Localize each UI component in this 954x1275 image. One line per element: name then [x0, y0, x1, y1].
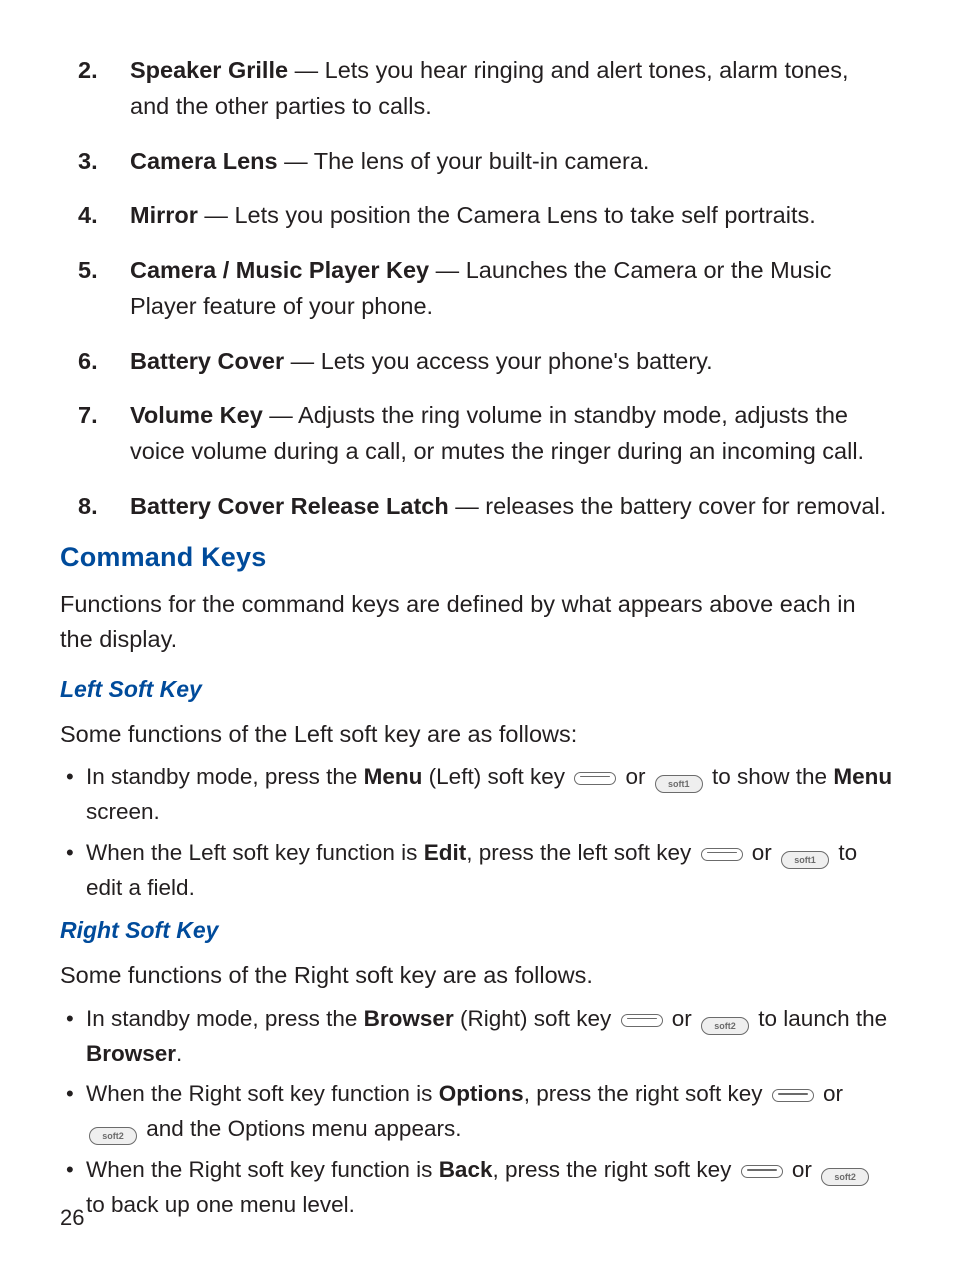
list-item: 3. Camera Lens — The lens of your built-… — [60, 143, 894, 179]
subsection-heading-right-soft-key: Right Soft Key — [60, 917, 894, 944]
text: . — [176, 1041, 182, 1066]
softkey-oval-icon: soft2 — [701, 1017, 749, 1035]
item-term: Camera Lens — [130, 148, 278, 174]
softkey-oval-icon: soft2 — [89, 1127, 137, 1145]
text: , press the left soft key — [466, 840, 697, 865]
softkey-oval-icon: soft2 — [821, 1168, 869, 1186]
item-sep: — — [198, 202, 235, 228]
text: In standby mode, press the — [86, 1006, 364, 1031]
item-sep: — — [429, 257, 466, 283]
item-sep: — — [278, 148, 314, 174]
item-term: Battery Cover — [130, 348, 284, 374]
item-term: Camera / Music Player Key — [130, 257, 429, 283]
item-number: 8. — [60, 488, 130, 524]
item-term: Battery Cover Release Latch — [130, 493, 449, 519]
item-body: Speaker Grille — Lets you hear ringing a… — [130, 52, 894, 125]
item-body: Camera Lens — The lens of your built-in … — [130, 143, 894, 179]
item-desc: releases the battery cover for removal. — [485, 493, 886, 519]
item-term: Volume Key — [130, 402, 263, 428]
item-number: 4. — [60, 197, 130, 233]
section-intro: Functions for the command keys are defin… — [60, 587, 894, 658]
bold-text: Browser — [86, 1041, 176, 1066]
item-number: 3. — [60, 143, 130, 179]
softkey-long-icon — [701, 848, 743, 861]
text: , press the right soft key — [492, 1157, 737, 1182]
list-item: 2. Speaker Grille — Lets you hear ringin… — [60, 52, 894, 125]
section-heading-command-keys: Command Keys — [60, 542, 894, 573]
item-sep: — — [449, 493, 486, 519]
list-item: 7. Volume Key — Adjusts the ring volume … — [60, 397, 894, 470]
bold-text: Options — [439, 1081, 524, 1106]
left-lead: Some functions of the Left soft key are … — [60, 717, 894, 752]
text: screen. — [86, 799, 160, 824]
bold-text: Menu — [833, 764, 892, 789]
item-desc: Lets you position the Camera Lens to tak… — [234, 202, 815, 228]
softkey-long-icon — [574, 772, 616, 785]
text: or — [786, 1157, 819, 1182]
text: or — [619, 764, 652, 789]
bold-text: Back — [439, 1157, 493, 1182]
list-item: 6. Battery Cover — Lets you access your … — [60, 343, 894, 379]
item-number: 5. — [60, 252, 130, 325]
numbered-list: 2. Speaker Grille — Lets you hear ringin… — [60, 52, 894, 524]
text: (Left) soft key — [422, 764, 571, 789]
text: , press the right soft key — [524, 1081, 769, 1106]
text: or — [817, 1081, 843, 1106]
text: In standby mode, press the — [86, 764, 364, 789]
right-lead: Some functions of the Right soft key are… — [60, 958, 894, 993]
item-term: Speaker Grille — [130, 57, 288, 83]
text: to show the — [706, 764, 834, 789]
item-number: 7. — [60, 397, 130, 470]
item-sep: — — [288, 57, 325, 83]
softkey-long-icon — [621, 1014, 663, 1027]
softkey-oval-icon: soft1 — [781, 851, 829, 869]
text: and the Options menu appears. — [140, 1116, 461, 1141]
list-item: 8. Battery Cover Release Latch — release… — [60, 488, 894, 524]
text: (Right) soft key — [454, 1006, 618, 1031]
softkey-long-icon — [741, 1165, 783, 1178]
softkey-oval-icon: soft1 — [655, 775, 703, 793]
bold-text: Edit — [424, 840, 467, 865]
item-desc: Lets you access your phone's battery. — [321, 348, 713, 374]
item-body: Camera / Music Player Key — Launches the… — [130, 252, 894, 325]
list-item: 5. Camera / Music Player Key — Launches … — [60, 252, 894, 325]
bullet-item: When the Left soft key function is Edit,… — [66, 836, 894, 906]
item-sep: — — [263, 402, 298, 428]
bold-text: Browser — [364, 1006, 454, 1031]
right-bullets: In standby mode, press the Browser (Righ… — [60, 1002, 894, 1223]
item-body: Battery Cover — Lets you access your pho… — [130, 343, 894, 379]
text: When the Left soft key function is — [86, 840, 424, 865]
item-sep: — — [284, 348, 321, 374]
text: to back up one menu level. — [86, 1192, 355, 1217]
bold-text: Menu — [364, 764, 423, 789]
item-body: Mirror — Lets you position the Camera Le… — [130, 197, 894, 233]
text: When the Right soft key function is — [86, 1157, 439, 1182]
text: or — [746, 840, 779, 865]
item-term: Mirror — [130, 202, 198, 228]
softkey-long-icon — [772, 1089, 814, 1102]
bullet-item: When the Right soft key function is Opti… — [66, 1077, 894, 1147]
item-body: Volume Key — Adjusts the ring volume in … — [130, 397, 894, 470]
item-body: Battery Cover Release Latch — releases t… — [130, 488, 894, 524]
list-item: 4. Mirror — Lets you position the Camera… — [60, 197, 894, 233]
text: to launch the — [752, 1006, 887, 1031]
bullet-item: In standby mode, press the Menu (Left) s… — [66, 760, 894, 830]
item-number: 6. — [60, 343, 130, 379]
text: When the Right soft key function is — [86, 1081, 439, 1106]
item-number: 2. — [60, 52, 130, 125]
bullet-item: In standby mode, press the Browser (Righ… — [66, 1002, 894, 1072]
item-desc: The lens of your built-in camera. — [314, 148, 650, 174]
subsection-heading-left-soft-key: Left Soft Key — [60, 676, 894, 703]
page: 2. Speaker Grille — Lets you hear ringin… — [0, 0, 954, 1275]
text: or — [666, 1006, 699, 1031]
left-bullets: In standby mode, press the Menu (Left) s… — [60, 760, 894, 906]
bullet-item: When the Right soft key function is Back… — [66, 1153, 894, 1223]
